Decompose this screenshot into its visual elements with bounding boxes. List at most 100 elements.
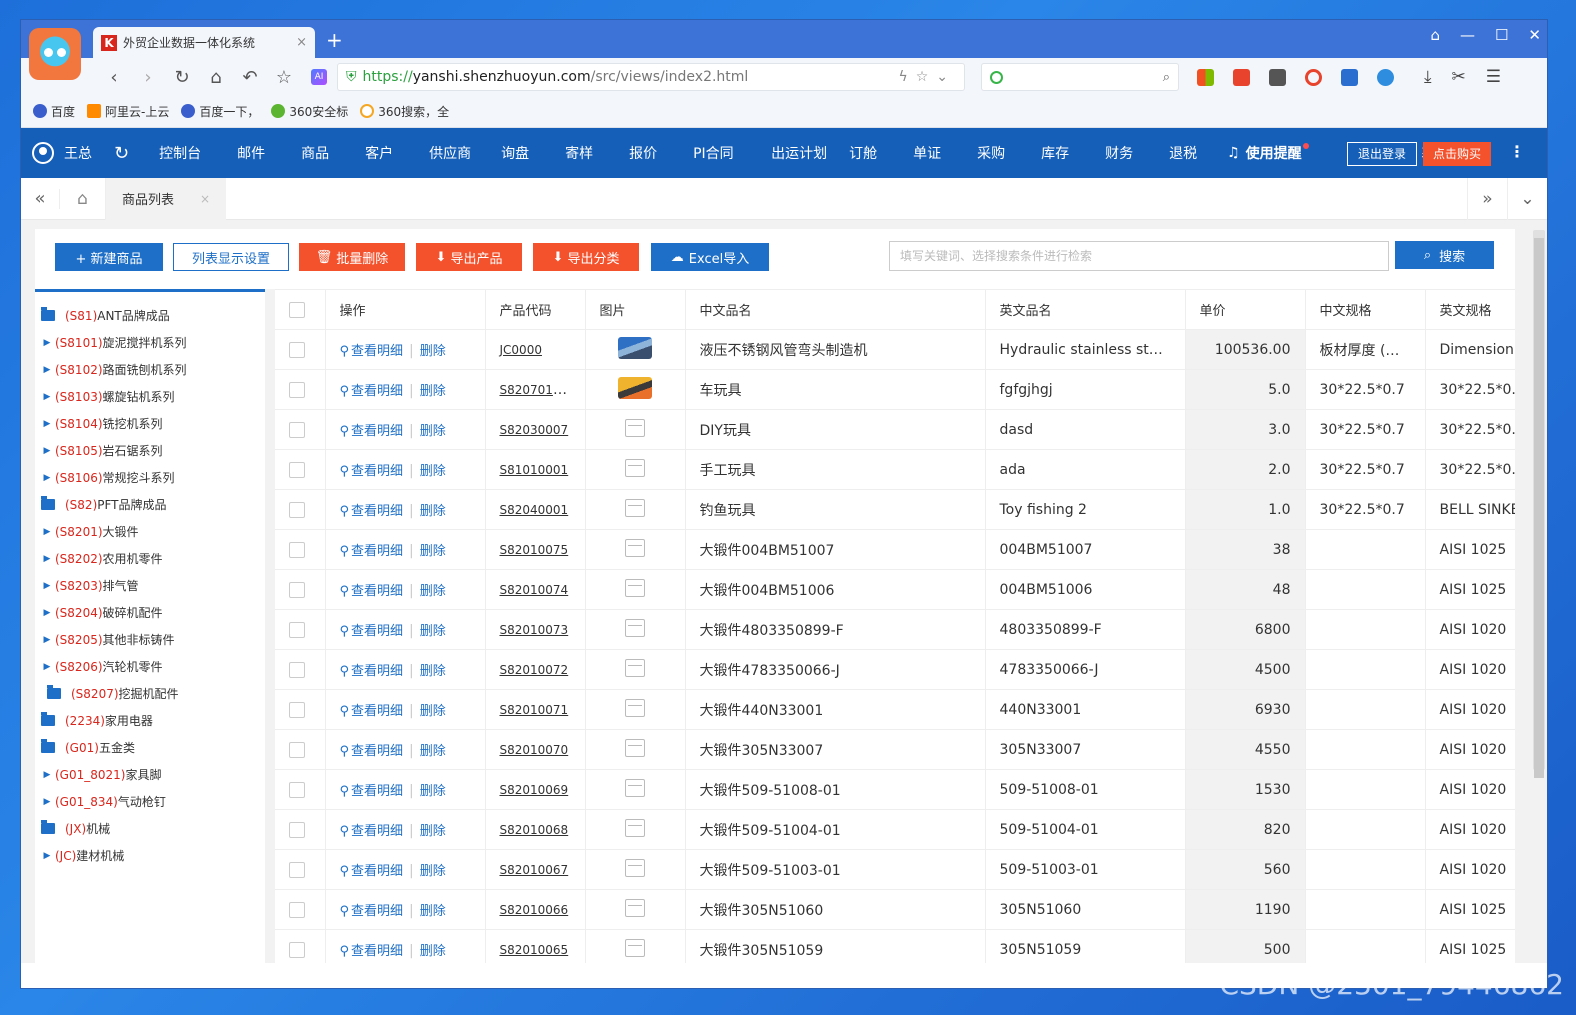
tree-node[interactable]: ▶ (S8203) 排气管 bbox=[35, 572, 265, 599]
view-detail-link[interactable]: ⚲ 查看明细 bbox=[340, 784, 404, 799]
select-all-checkbox-cell[interactable] bbox=[275, 289, 326, 330]
table-row[interactable]: ⚲ 查看明细 | 删除 S82010074 大锻件004BM51006 004BM51006… bbox=[275, 569, 1515, 610]
tree-node[interactable]: (G01) 五金类 bbox=[35, 734, 265, 761]
tree-node[interactable]: (S81) ANT品牌成品 bbox=[35, 302, 265, 329]
bookmark-item[interactable]: 百度 bbox=[33, 103, 75, 120]
swirl-icon[interactable] bbox=[1377, 68, 1394, 86]
notice-link[interactable]: 使用提醒 bbox=[1246, 143, 1309, 163]
bell-icon[interactable]: ♫ bbox=[1227, 145, 1240, 161]
search-icon[interactable]: ⌕ bbox=[1163, 70, 1170, 85]
row-checkbox[interactable] bbox=[289, 541, 305, 558]
expand-arrow-icon[interactable]: ▶ bbox=[39, 338, 55, 348]
menu-item[interactable]: PI合同 bbox=[693, 143, 771, 163]
buy-button[interactable]: 点击购买 bbox=[1423, 142, 1491, 166]
menu-item[interactable]: 库存 bbox=[1041, 143, 1105, 163]
row-checkbox-cell[interactable] bbox=[275, 889, 326, 930]
menu-item[interactable]: 退税 bbox=[1169, 143, 1209, 163]
menu-item[interactable]: 出运计划 bbox=[771, 143, 849, 163]
expand-arrow-icon[interactable]: ▶ bbox=[39, 770, 55, 780]
delete-link[interactable]: 删除 bbox=[420, 624, 446, 639]
undo-icon[interactable]: ↶ bbox=[233, 67, 267, 88]
expand-arrow-icon[interactable]: ▶ bbox=[39, 473, 55, 483]
select-all-checkbox[interactable] bbox=[289, 301, 305, 318]
col-code[interactable]: 产品代码 bbox=[485, 289, 586, 330]
expand-arrow-icon[interactable]: ▶ bbox=[39, 392, 55, 402]
url-actions-icons[interactable]: ϟ☆⌄ bbox=[898, 69, 956, 85]
close-window-icon[interactable]: ✕ bbox=[1528, 26, 1541, 44]
game-icon[interactable] bbox=[1233, 68, 1250, 86]
view-detail-link[interactable]: ⚲ 查看明细 bbox=[340, 704, 404, 719]
row-checkbox-cell[interactable] bbox=[275, 529, 326, 570]
browser-tab[interactable]: K 外贸企业数据一体化系统 × bbox=[93, 27, 315, 58]
ai-icon[interactable]: AI bbox=[311, 69, 327, 85]
tree-node[interactable]: ▶ (S8101) 旋泥搅拌机系列 bbox=[35, 329, 265, 356]
expand-arrow-icon[interactable]: ▶ bbox=[39, 797, 55, 807]
forward-icon[interactable]: › bbox=[131, 67, 165, 88]
delete-link[interactable]: 删除 bbox=[420, 944, 446, 959]
bookmark-item[interactable]: 360搜索，全 bbox=[360, 103, 449, 120]
product-code-link[interactable]: S81010001 bbox=[500, 463, 569, 477]
product-code-link[interactable]: S82010073 bbox=[500, 623, 569, 637]
view-detail-link[interactable]: ⚲ 查看明细 bbox=[340, 944, 404, 959]
product-code-link[interactable]: S82010075 bbox=[500, 543, 569, 557]
product-code-link[interactable]: JC0000 bbox=[500, 343, 542, 357]
product-code-link[interactable]: S82010069 bbox=[500, 783, 569, 797]
menu-item[interactable]: 订舱 bbox=[849, 143, 913, 163]
row-checkbox-cell[interactable] bbox=[275, 489, 326, 530]
bookmark-item[interactable]: 百度一下， bbox=[181, 103, 259, 120]
column-settings-button[interactable]: 列表显示设置 bbox=[173, 243, 289, 271]
minimize-icon[interactable]: — bbox=[1460, 26, 1475, 44]
more-menu-icon[interactable]: ⋮ bbox=[1509, 142, 1525, 161]
row-checkbox[interactable] bbox=[289, 421, 305, 438]
tree-node[interactable]: (S8207) 挖掘机配件 bbox=[35, 680, 265, 707]
delete-link[interactable]: 删除 bbox=[420, 784, 446, 799]
refresh-icon[interactable]: ↻ bbox=[114, 143, 129, 164]
vertical-scrollbar[interactable] bbox=[1533, 230, 1545, 778]
book-icon[interactable] bbox=[1269, 68, 1286, 86]
table-row[interactable]: ⚲ 查看明细 | 删除 S82010065 大锻件305N51059 305N51059 50… bbox=[275, 929, 1515, 963]
tabs-prev-icon[interactable]: « bbox=[21, 188, 59, 209]
table-row[interactable]: ⚲ 查看明细 | 删除 S82010068 大锻件509-51004-01 509-5100… bbox=[275, 809, 1515, 850]
row-checkbox-cell[interactable] bbox=[275, 769, 326, 810]
table-row[interactable]: ⚲ 查看明细 | 删除 S82040001 钓鱼玩具 Toy fishing 2 1.0 30*… bbox=[275, 489, 1515, 530]
bookmark-item[interactable]: 阿里云-上云 bbox=[87, 103, 169, 120]
expand-arrow-icon[interactable]: ▶ bbox=[39, 851, 55, 861]
menu-item[interactable]: 控制台 bbox=[159, 143, 237, 163]
row-checkbox[interactable] bbox=[289, 821, 305, 838]
bookmark-item[interactable]: 360安全标 bbox=[271, 103, 348, 120]
new-tab-button[interactable]: + bbox=[326, 28, 343, 52]
view-detail-link[interactable]: ⚲ 查看明细 bbox=[340, 384, 404, 399]
tab-product-list[interactable]: 商品列表 × bbox=[105, 177, 227, 220]
tree-node[interactable]: ▶ (S8201) 大锻件 bbox=[35, 518, 265, 545]
tree-node[interactable]: ▶ (S8202) 农用机零件 bbox=[35, 545, 265, 572]
view-detail-link[interactable]: ⚲ 查看明细 bbox=[340, 864, 404, 879]
table-row[interactable]: ⚲ 查看明细 | 删除 S82010073 大锻件4803350899-F 48033508… bbox=[275, 609, 1515, 650]
view-detail-link[interactable]: ⚲ 查看明细 bbox=[340, 504, 404, 519]
col-en-name[interactable]: 英文品名 bbox=[985, 289, 1186, 330]
expand-arrow-icon[interactable]: ▶ bbox=[39, 365, 55, 375]
export-categories-button[interactable]: ⬇ 导出分类 bbox=[533, 243, 639, 271]
row-checkbox[interactable] bbox=[289, 781, 305, 798]
delete-link[interactable]: 删除 bbox=[420, 824, 446, 839]
menu-item[interactable]: 财务 bbox=[1105, 143, 1169, 163]
export-products-button[interactable]: ⬇ 导出产品 bbox=[416, 243, 522, 271]
table-row[interactable]: ⚲ 查看明细 | 删除 S8207010... 车玩具 fgfgjhgj 5.0 30*22.5… bbox=[275, 369, 1515, 410]
search-button[interactable]: ⌕ 搜索 bbox=[1395, 241, 1494, 269]
product-code-link[interactable]: S82010074 bbox=[500, 583, 569, 597]
tabs-dropdown-icon[interactable]: ⌄ bbox=[1507, 178, 1547, 220]
batch-delete-button[interactable]: 🗑 批量删除 bbox=[299, 243, 405, 271]
view-detail-link[interactable]: ⚲ 查看明细 bbox=[340, 824, 404, 839]
view-detail-link[interactable]: ⚲ 查看明细 bbox=[340, 464, 404, 479]
product-code-link[interactable]: S82010072 bbox=[500, 663, 569, 677]
table-row[interactable]: ⚲ 查看明细 | 删除 S82030007 DIY玩具 dasd 3.0 30*22.5*0.7… bbox=[275, 409, 1515, 450]
home-tab-icon[interactable]: ⌂ bbox=[59, 188, 105, 209]
row-checkbox[interactable] bbox=[289, 621, 305, 638]
reload-icon[interactable]: ↻ bbox=[165, 67, 199, 88]
tree-node[interactable]: (JX) 机械 bbox=[35, 815, 265, 842]
product-code-link[interactable]: S82010068 bbox=[500, 823, 569, 837]
delete-link[interactable]: 删除 bbox=[420, 344, 446, 359]
excel-import-button[interactable]: ☁ Excel导入 bbox=[651, 243, 769, 271]
table-row[interactable]: ⚲ 查看明细 | 删除 S82010072 大锻件4783350066-J 47833500… bbox=[275, 649, 1515, 690]
row-checkbox[interactable] bbox=[289, 901, 305, 918]
star-icon[interactable]: ☆ bbox=[267, 67, 301, 88]
